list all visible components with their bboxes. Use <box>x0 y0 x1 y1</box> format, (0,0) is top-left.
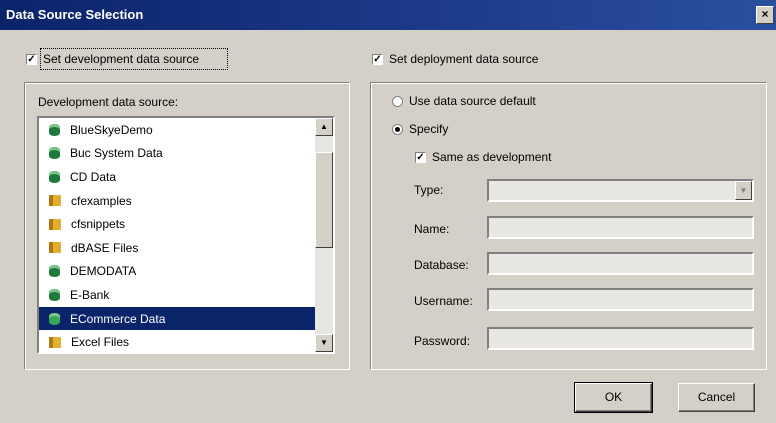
scroll-up-button[interactable]: ▲ <box>315 118 333 136</box>
folder-icon <box>49 195 61 207</box>
close-icon: × <box>761 7 769 21</box>
close-button[interactable]: × <box>756 6 774 24</box>
list-item-label: cfexamples <box>71 193 132 208</box>
deployment-checkbox-box[interactable] <box>372 53 383 65</box>
cancel-button[interactable]: Cancel <box>678 383 755 412</box>
list-item[interactable]: CD Data <box>39 165 315 189</box>
list-item[interactable]: BlueSkyeDemo <box>39 118 315 142</box>
list-item[interactable]: E-Bank <box>39 283 315 307</box>
type-dropdown[interactable]: ▼ <box>487 179 754 202</box>
username-label: Username: <box>414 294 473 308</box>
list-item[interactable]: Excel Files <box>39 330 315 352</box>
development-list-label: Development data source: <box>38 95 179 109</box>
database-label: Database: <box>414 258 469 272</box>
password-field[interactable] <box>487 327 754 350</box>
database-icon <box>49 312 60 325</box>
chevron-down-icon: ▼ <box>320 338 328 347</box>
list-item[interactable]: Buc System Data <box>39 142 315 166</box>
specify-label: Specify <box>409 122 449 136</box>
list-item[interactable]: cfsnippets <box>39 212 315 236</box>
title-bar: Data Source Selection × <box>0 0 776 30</box>
database-icon <box>49 123 60 136</box>
use-default-radio[interactable]: Use data source default <box>392 94 536 108</box>
dropdown-button[interactable]: ▼ <box>735 181 752 200</box>
list-item-label: E-Bank <box>70 287 110 302</box>
list-item-label: DEMODATA <box>70 264 137 279</box>
set-deployment-checkbox[interactable]: Set deployment data source <box>372 52 538 66</box>
database-icon <box>49 147 60 160</box>
list-items: BlueSkyeDemo Buc System Data CD Data cfexam… <box>39 118 315 352</box>
name-label: Name: <box>414 222 450 236</box>
specify-radio-circle[interactable] <box>392 123 403 135</box>
scroll-down-button[interactable]: ▼ <box>315 334 333 352</box>
list-item[interactable]: cfexamples <box>39 189 315 213</box>
specify-radio[interactable]: Specify <box>392 122 448 136</box>
type-label: Type: <box>414 183 444 197</box>
use-default-label: Use data source default <box>409 94 536 108</box>
folder-icon <box>49 242 61 254</box>
ok-button[interactable]: OK <box>574 382 653 413</box>
chevron-up-icon: ▲ <box>320 122 328 131</box>
name-field[interactable] <box>487 216 754 239</box>
list-item-label: Excel Files <box>71 335 130 350</box>
list-item-label: cfsnippets <box>71 217 126 232</box>
list-item-label: Buc System Data <box>70 146 163 161</box>
database-icon <box>49 288 60 301</box>
list-item[interactable]: dBASE Files <box>39 236 315 260</box>
database-icon <box>49 170 60 183</box>
list-item-label: CD Data <box>70 169 117 184</box>
development-data-source-list[interactable]: BlueSkyeDemo Buc System Data CD Data cfexam… <box>37 116 335 354</box>
database-icon <box>49 265 60 278</box>
list-item-label: ECommerce Data <box>70 311 166 326</box>
same-as-development-checkbox[interactable]: Same as development <box>415 150 551 164</box>
development-checkbox-box[interactable] <box>26 53 37 65</box>
list-scrollbar[interactable]: ▲ ▼ <box>315 118 333 352</box>
list-item-label: BlueSkyeDemo <box>70 122 153 137</box>
same-as-development-box[interactable] <box>415 151 426 163</box>
list-item[interactable]: DEMODATA <box>39 260 315 284</box>
list-item[interactable]: ECommerce Data <box>39 306 315 331</box>
same-as-development-label: Same as development <box>432 150 552 164</box>
use-default-radio-circle[interactable] <box>392 95 403 107</box>
window-title: Data Source Selection <box>6 7 144 22</box>
username-field[interactable] <box>487 288 754 311</box>
list-item-label: dBASE Files <box>71 240 139 255</box>
password-label: Password: <box>414 334 471 348</box>
focus-indicator <box>40 48 228 70</box>
database-field[interactable] <box>487 252 754 275</box>
chevron-down-icon: ▼ <box>739 186 748 195</box>
folder-icon <box>49 336 61 348</box>
deployment-checkbox-label: Set deployment data source <box>389 52 539 66</box>
scroll-thumb[interactable] <box>315 152 333 248</box>
folder-icon <box>49 218 61 230</box>
